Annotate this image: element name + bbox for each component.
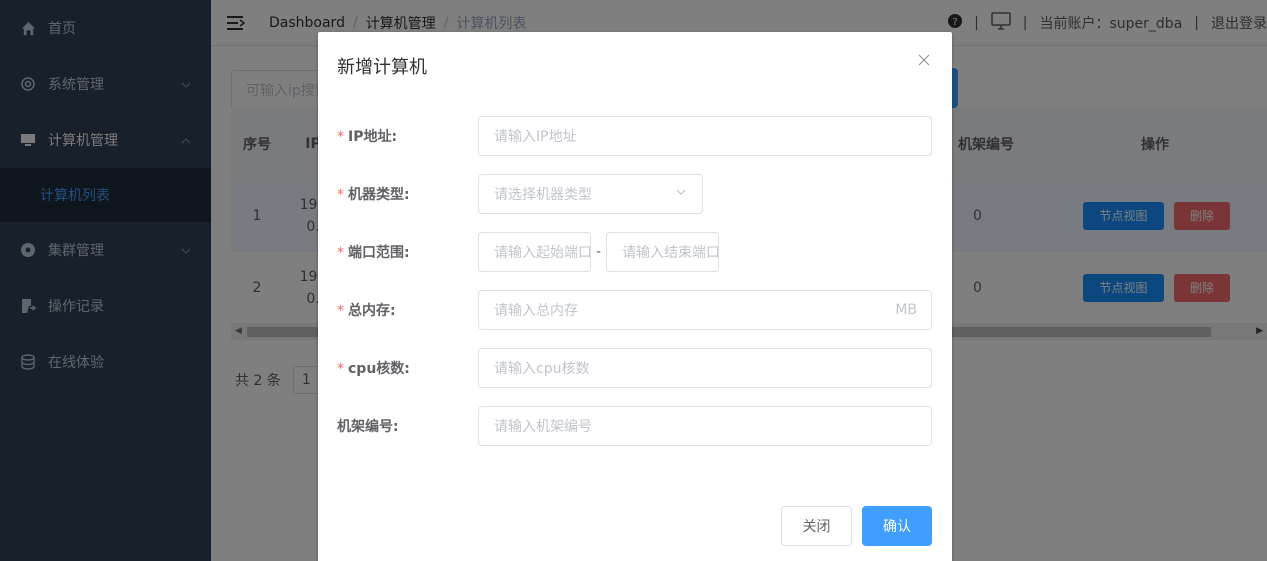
close-button[interactable]: 关闭 [781,506,852,546]
confirm-button[interactable]: 确认 [862,506,932,546]
required-mark: * [337,245,344,261]
port-end-input[interactable]: 请输入结束端口 [606,232,720,272]
cpu-placeholder: 请输入cpu核数 [494,361,590,377]
label-text: 机架编号: [337,419,399,435]
cpu-label: * cpu核数: [337,358,478,378]
chevron-down-icon [675,186,687,202]
form-row-port: * 端口范围: 请输入起始端口 - 请输入结束端口 [337,232,932,272]
port-start-placeholder: 请输入起始端口 [494,245,591,261]
type-label: * 机器类型: [337,184,478,204]
required-mark: * [337,303,344,319]
label-text: IP地址: [348,129,398,145]
ip-label: * IP地址: [337,126,478,146]
rack-input[interactable]: 请输入机架编号 [478,406,932,446]
dialog-title: 新增计算机 [337,57,427,78]
rack-placeholder: 请输入机架编号 [494,419,592,435]
memory-input[interactable]: 请输入总内存 MB [478,290,932,330]
memory-label: * 总内存: [337,300,478,320]
label-text: 总内存: [348,303,396,319]
port-end-placeholder: 请输入结束端口 [622,245,720,261]
close-icon[interactable] [918,54,932,68]
required-mark: * [337,187,344,203]
add-computer-dialog: 新增计算机 * IP地址: 请输入IP地址 * 机器类型: 请选择机器类型 * 端口范… [318,32,952,561]
port-separator: - [596,244,602,260]
dialog-footer: 关闭 确认 [781,506,932,546]
label-text: 机器类型: [348,187,410,203]
machine-type-select[interactable]: 请选择机器类型 [478,174,703,214]
type-placeholder: 请选择机器类型 [494,187,592,203]
cpu-input[interactable]: 请输入cpu核数 [478,348,932,388]
ip-input[interactable]: 请输入IP地址 [478,116,932,156]
form-row-ip: * IP地址: 请输入IP地址 [337,116,932,156]
required-mark: * [337,129,344,145]
form-row-rack: 机架编号: 请输入机架编号 [337,406,932,446]
label-text: cpu核数: [348,361,410,377]
rack-label: 机架编号: [337,416,478,436]
port-start-input[interactable]: 请输入起始端口 [478,232,591,272]
label-text: 端口范围: [348,245,410,261]
required-mark: * [337,361,344,377]
memory-placeholder: 请输入总内存 [494,303,578,319]
form-row-type: * 机器类型: 请选择机器类型 [337,174,932,214]
memory-unit: MB [895,302,917,318]
port-label: * 端口范围: [337,242,478,262]
form-row-cpu: * cpu核数: 请输入cpu核数 [337,348,932,388]
ip-placeholder: 请输入IP地址 [494,129,577,145]
form-row-memory: * 总内存: 请输入总内存 MB [337,290,932,330]
